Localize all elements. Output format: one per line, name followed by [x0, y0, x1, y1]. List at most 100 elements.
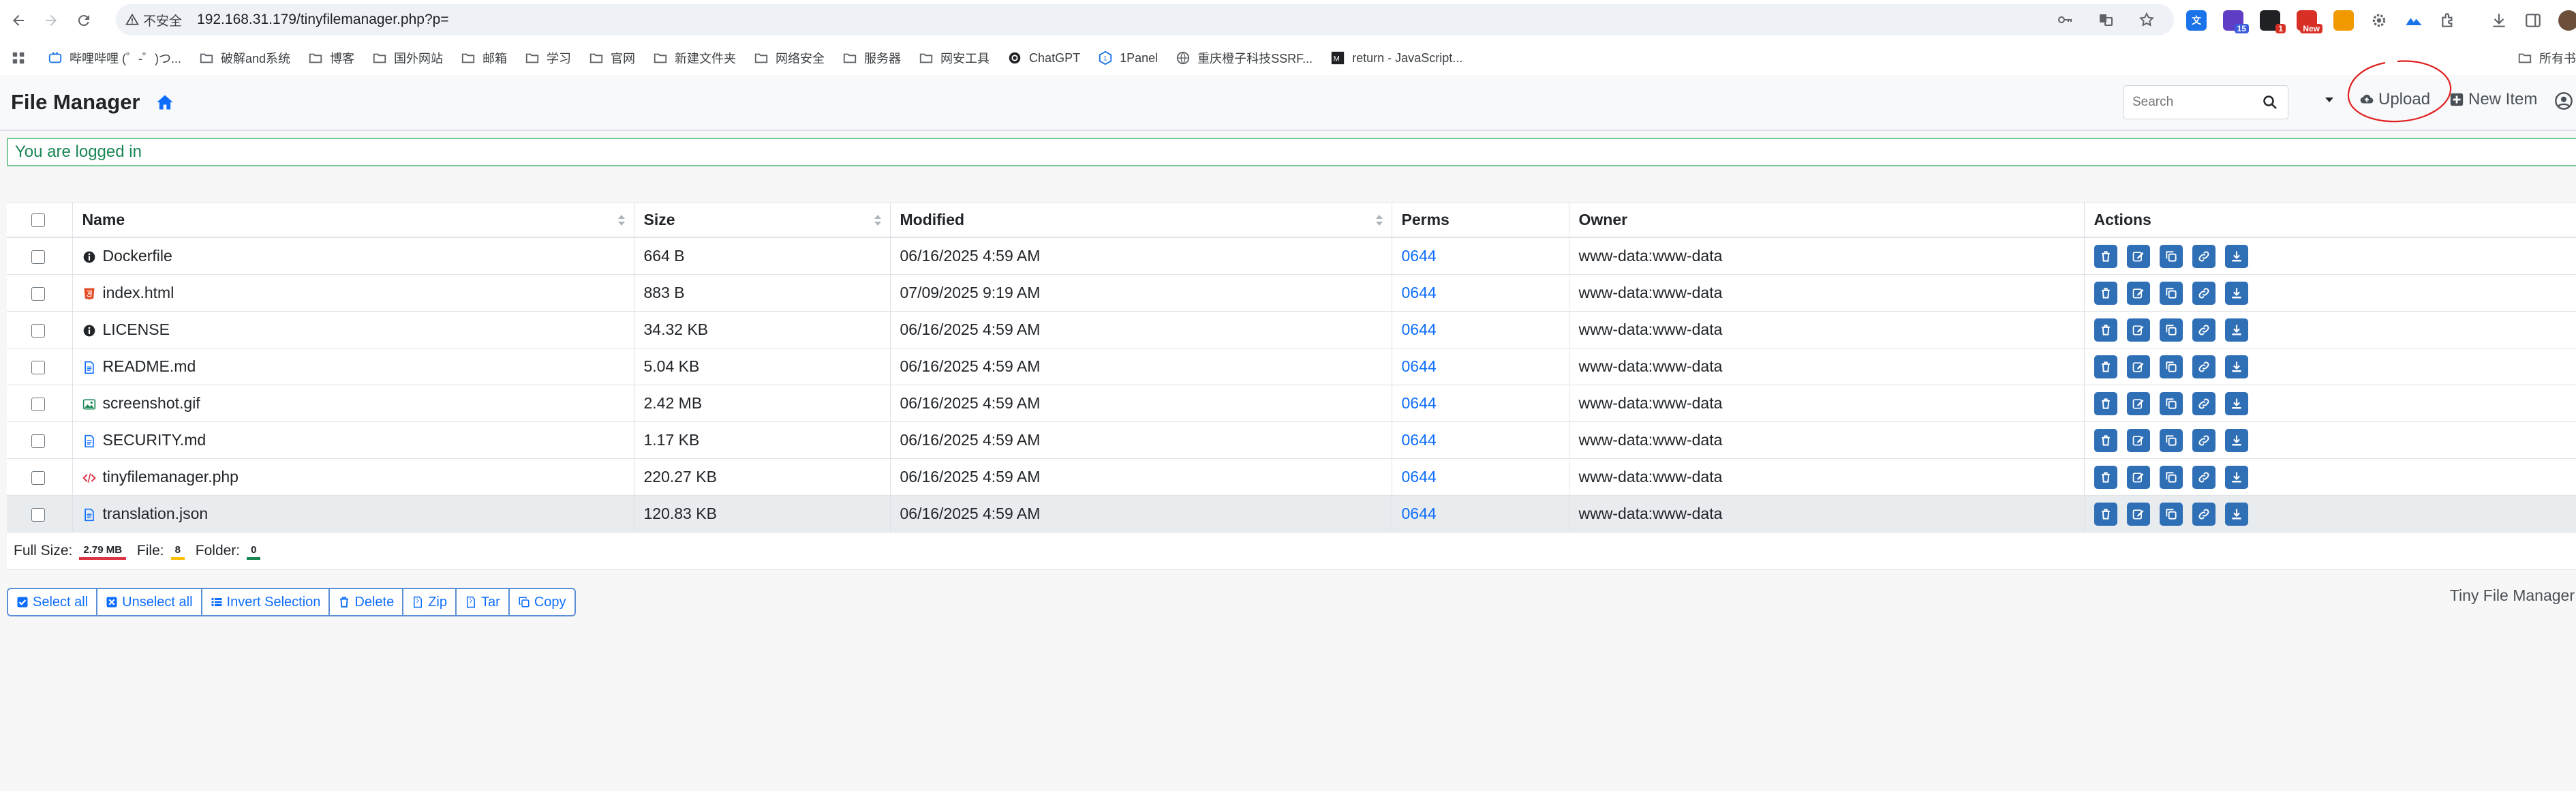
copy-action-button[interactable]: [2159, 355, 2183, 378]
page-title[interactable]: File Manager: [11, 90, 140, 115]
table-row[interactable]: README.md 5.04 KB 06/16/2025 4:59 AM 0644 ww…: [7, 348, 2576, 385]
search-input[interactable]: [2131, 94, 2256, 110]
tar-button[interactable]: Tar: [457, 589, 510, 615]
bookmark-folder[interactable]: 网络安全: [754, 49, 825, 67]
link-action-button[interactable]: [2192, 244, 2215, 268]
download-action-button[interactable]: [2224, 391, 2248, 415]
column-header-size[interactable]: Size: [633, 202, 890, 238]
profile-avatar[interactable]: [2558, 10, 2576, 31]
mountain-ext-icon[interactable]: [2404, 11, 2423, 30]
puzzle-extensions-icon[interactable]: [2440, 12, 2457, 29]
sort-icon[interactable]: [617, 214, 626, 226]
gear-ext-icon[interactable]: [2370, 12, 2388, 29]
link-action-button[interactable]: [2192, 318, 2215, 342]
table-row[interactable]: LICENSE 34.32 KB 06/16/2025 4:59 AM 0644 www…: [7, 311, 2576, 348]
download-action-button[interactable]: [2224, 281, 2248, 305]
upload-link[interactable]: Upload: [2359, 90, 2430, 109]
copy-action-button[interactable]: [2159, 391, 2183, 415]
edit-action-button[interactable]: [2126, 281, 2150, 305]
bookmark-item[interactable]: 哔哩哔哩 (゜-゜)つ...: [48, 49, 181, 67]
file-perms-link[interactable]: 0644: [1402, 505, 1437, 522]
zip-button[interactable]: Zip: [403, 589, 457, 615]
file-name[interactable]: SECURITY.md: [82, 431, 634, 449]
sort-icon[interactable]: [1375, 214, 1383, 226]
password-key-icon[interactable]: [2057, 12, 2073, 28]
ext-15-icon[interactable]: 15: [2223, 10, 2249, 33]
delete-button[interactable]: Delete: [330, 589, 404, 615]
file-perms-link[interactable]: 0644: [1402, 284, 1437, 301]
download-browser-icon[interactable]: [2490, 12, 2508, 29]
select-all-checkbox-cell[interactable]: [7, 202, 72, 238]
file-perms-link[interactable]: 0644: [1402, 320, 1437, 338]
link-action-button[interactable]: [2192, 502, 2215, 526]
copy-action-button[interactable]: [2159, 465, 2183, 489]
file-perms-link[interactable]: 0644: [1402, 357, 1437, 375]
select-all-button[interactable]: Select all: [8, 589, 98, 615]
download-action-button[interactable]: [2224, 355, 2248, 378]
file-name[interactable]: index.html: [82, 284, 634, 302]
invert-selection-button[interactable]: Invert Selection: [202, 589, 331, 615]
delete-action-button[interactable]: [2094, 465, 2117, 489]
forward-button[interactable]: [37, 6, 65, 35]
bookmark-folder[interactable]: 博客: [308, 49, 354, 67]
sort-icon[interactable]: [874, 214, 882, 226]
search-icon[interactable]: [2262, 94, 2278, 110]
row-checkbox[interactable]: [31, 507, 45, 522]
copy-action-button[interactable]: [2159, 318, 2183, 342]
bookmark-item[interactable]: Mreturn - JavaScript...: [1330, 50, 1462, 65]
edit-action-button[interactable]: [2126, 244, 2150, 268]
table-row[interactable]: screenshot.gif 2.42 MB 06/16/2025 4:59 AM 0…: [7, 385, 2576, 422]
edit-action-button[interactable]: [2126, 428, 2150, 452]
bookmark-folder[interactable]: 邮箱: [461, 49, 507, 67]
ext-orange-icon[interactable]: [2333, 10, 2354, 31]
sidebar-toggle-icon[interactable]: [2524, 12, 2542, 29]
delete-action-button[interactable]: [2094, 318, 2117, 342]
copy-button[interactable]: Copy: [509, 589, 574, 615]
copy-action-button[interactable]: [2159, 244, 2183, 268]
file-perms-link[interactable]: 0644: [1402, 394, 1437, 412]
bookmark-item[interactable]: 重庆橙子科技SSRF...: [1176, 49, 1313, 67]
file-name[interactable]: screenshot.gif: [82, 394, 634, 413]
bookmark-folder[interactable]: 服务器: [842, 49, 901, 67]
chevron-down-icon[interactable]: [2324, 94, 2335, 105]
bookmark-item[interactable]: 1 1Panel: [1098, 50, 1158, 65]
table-row[interactable]: SECURITY.md 1.17 KB 06/16/2025 4:59 AM 0644…: [7, 421, 2576, 459]
file-perms-link[interactable]: 0644: [1402, 468, 1437, 486]
url-text[interactable]: 192.168.31.179/tinyfilemanager.php?p=: [197, 12, 449, 28]
delete-action-button[interactable]: [2094, 355, 2117, 378]
delete-action-button[interactable]: [2094, 428, 2117, 452]
all-bookmarks-folder[interactable]: 所有书: [2517, 49, 2576, 67]
table-row[interactable]: Dockerfile 664 B 06/16/2025 4:59 AM 0644 www…: [7, 237, 2576, 275]
download-action-button[interactable]: [2224, 318, 2248, 342]
search-field[interactable]: [2123, 85, 2288, 119]
bookmark-folder[interactable]: 官网: [589, 49, 635, 67]
copy-action-button[interactable]: [2159, 502, 2183, 526]
edit-action-button[interactable]: [2126, 465, 2150, 489]
unselect-all-button[interactable]: Unselect all: [97, 589, 202, 615]
file-name[interactable]: tinyfilemanager.php: [82, 468, 634, 486]
back-button[interactable]: [4, 6, 33, 35]
row-checkbox[interactable]: [31, 397, 45, 411]
bookmark-star-icon[interactable]: [2138, 12, 2155, 28]
link-action-button[interactable]: [2192, 428, 2215, 452]
edit-action-button[interactable]: [2126, 355, 2150, 378]
table-row[interactable]: tinyfilemanager.php 220.27 KB 06/16/2025 4…: [7, 458, 2576, 496]
translate-ext-icon[interactable]: 文: [2186, 10, 2207, 31]
delete-action-button[interactable]: [2094, 502, 2117, 526]
column-header-modified[interactable]: Modified: [889, 202, 1392, 238]
table-row[interactable]: index.html 883 B 07/09/2025 9:19 AM 0644 www…: [7, 274, 2576, 312]
bookmark-folder[interactable]: 新建文件夹: [653, 49, 736, 67]
row-checkbox[interactable]: [31, 434, 45, 448]
new-item-link[interactable]: New Item: [2449, 90, 2537, 109]
address-bar[interactable]: 不安全 192.168.31.179/tinyfilemanager.php?p…: [116, 4, 2174, 35]
copy-action-button[interactable]: [2159, 428, 2183, 452]
file-perms-link[interactable]: 0644: [1402, 247, 1437, 265]
copy-action-button[interactable]: [2159, 281, 2183, 305]
delete-action-button[interactable]: [2094, 391, 2117, 415]
link-action-button[interactable]: [2192, 391, 2215, 415]
row-checkbox[interactable]: [31, 471, 45, 485]
translate-icon[interactable]: [2098, 12, 2114, 28]
file-name[interactable]: LICENSE: [82, 320, 634, 339]
download-action-button[interactable]: [2224, 502, 2248, 526]
row-checkbox[interactable]: [31, 323, 45, 338]
